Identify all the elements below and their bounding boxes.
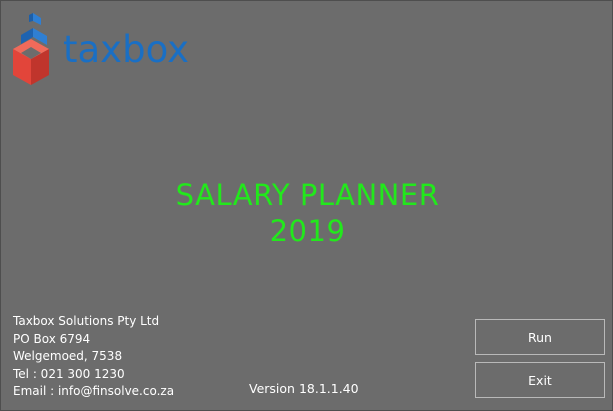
exit-button[interactable]: Exit — [475, 362, 605, 398]
taxbox-cube-icon — [13, 13, 49, 85]
company-info: Taxbox Solutions Pty Ltd PO Box 6794 Wel… — [13, 313, 174, 401]
version-label: Version 18.1.1.40 — [249, 381, 359, 396]
title-line-2: 2019 — [269, 214, 346, 248]
company-telephone: Tel : 021 300 1230 — [13, 366, 125, 381]
company-name: Taxbox Solutions Pty Ltd — [13, 314, 160, 328]
splash-window: taxbox SALARY PLANNER 2019 Taxbox Soluti… — [0, 0, 613, 411]
run-button[interactable]: Run — [475, 319, 605, 355]
taxbox-logo: taxbox — [11, 11, 196, 89]
app-title: SALARY PLANNER 2019 — [1, 177, 613, 249]
company-address-line-2: Welgemoed, 7538 — [13, 349, 123, 363]
company-email: Email : info@finsolve.co.za — [13, 384, 175, 398]
company-address-line-1: PO Box 6794 — [13, 331, 91, 346]
title-line-1: SALARY PLANNER — [175, 178, 440, 212]
logo-wordmark: taxbox — [63, 28, 189, 71]
